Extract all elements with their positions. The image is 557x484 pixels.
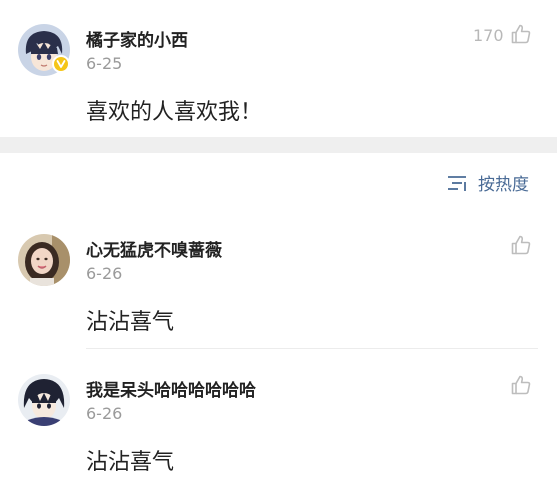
anime-ninja-avatar-icon [18,374,70,426]
like-count: 170 [473,26,504,45]
comment-username[interactable]: 橘子家的小西 [86,26,188,51]
comment-date: 6-26 [86,264,123,283]
comment-divider [86,348,538,349]
comment-username[interactable]: 心无猛虎不嗅蔷薇 [86,236,222,261]
thumbs-up-icon [511,24,531,44]
comment-username[interactable]: 我是呆头哈哈哈哈哈哈 [86,376,256,401]
verified-badge-icon [52,55,70,73]
girl-photo-avatar-icon [18,234,70,286]
like-button[interactable] [510,374,532,400]
sort-label: 按热度 [478,175,529,195]
user-avatar[interactable] [18,374,70,426]
user-avatar[interactable] [18,234,70,286]
like-button[interactable] [510,234,532,260]
like-button[interactable] [510,23,532,49]
comment-text: 喜欢的人喜欢我！ [86,100,263,125]
comment-text: 沾沾喜气 [86,450,175,475]
sort-lines-icon [448,175,466,191]
comment-text: 沾沾喜气 [86,310,175,335]
comment-date: 6-25 [86,54,123,73]
thumbs-up-icon [511,235,531,255]
thumbs-up-icon [511,375,531,395]
comment-date: 6-26 [86,404,123,423]
section-separator [0,137,557,153]
sort-by-heat-button[interactable]: 按热度 [446,170,529,195]
